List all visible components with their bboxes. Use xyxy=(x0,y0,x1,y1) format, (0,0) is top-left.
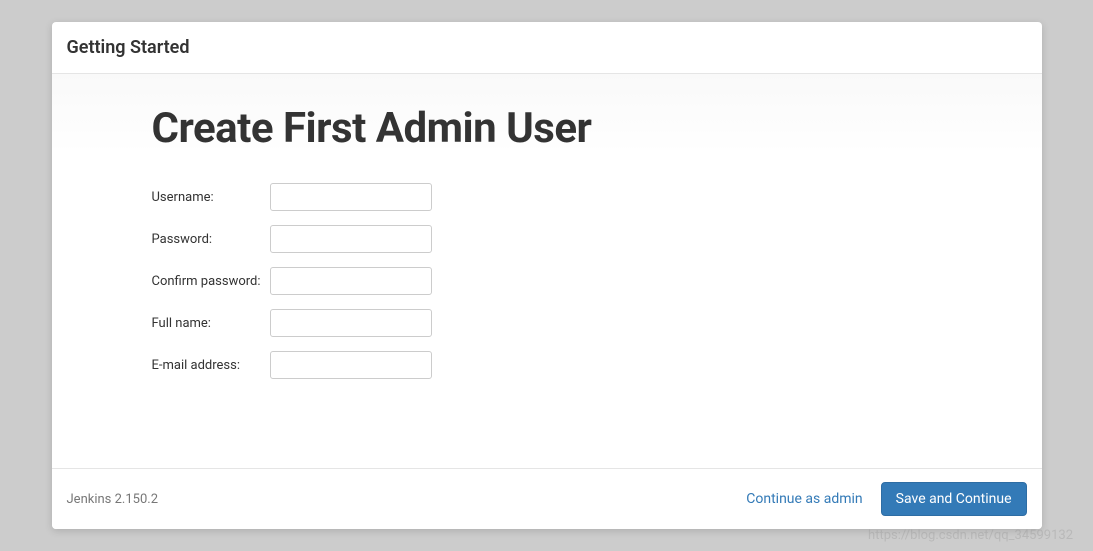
form-row-username: Username: xyxy=(152,183,942,211)
page-title: Create First Admin User xyxy=(152,104,942,153)
modal-body: Create First Admin User Username: Passwo… xyxy=(52,74,1042,468)
form-row-confirm-password: Confirm password: xyxy=(152,267,942,295)
form-row-full-name: Full name: xyxy=(152,309,942,337)
username-label: Username: xyxy=(152,190,270,205)
save-and-continue-button[interactable]: Save and Continue xyxy=(881,482,1027,516)
email-input[interactable] xyxy=(270,351,432,379)
email-label: E-mail address: xyxy=(152,358,270,373)
watermark-text: https://blog.csdn.net/qq_34599132 xyxy=(868,528,1073,543)
password-input[interactable] xyxy=(270,225,432,253)
password-label: Password: xyxy=(152,232,270,247)
form-row-password: Password: xyxy=(152,225,942,253)
modal-header-title: Getting Started xyxy=(67,37,1027,58)
setup-wizard-modal: Getting Started Create First Admin User … xyxy=(52,22,1042,529)
full-name-input[interactable] xyxy=(270,309,432,337)
continue-as-admin-button[interactable]: Continue as admin xyxy=(746,491,862,507)
version-text: Jenkins 2.150.2 xyxy=(67,492,159,507)
confirm-password-label: Confirm password: xyxy=(152,274,270,289)
footer-actions: Continue as admin Save and Continue xyxy=(746,482,1026,516)
form-row-email: E-mail address: xyxy=(152,351,942,379)
confirm-password-input[interactable] xyxy=(270,267,432,295)
full-name-label: Full name: xyxy=(152,316,270,331)
modal-header: Getting Started xyxy=(52,22,1042,74)
username-input[interactable] xyxy=(270,183,432,211)
modal-footer: Jenkins 2.150.2 Continue as admin Save a… xyxy=(52,468,1042,529)
